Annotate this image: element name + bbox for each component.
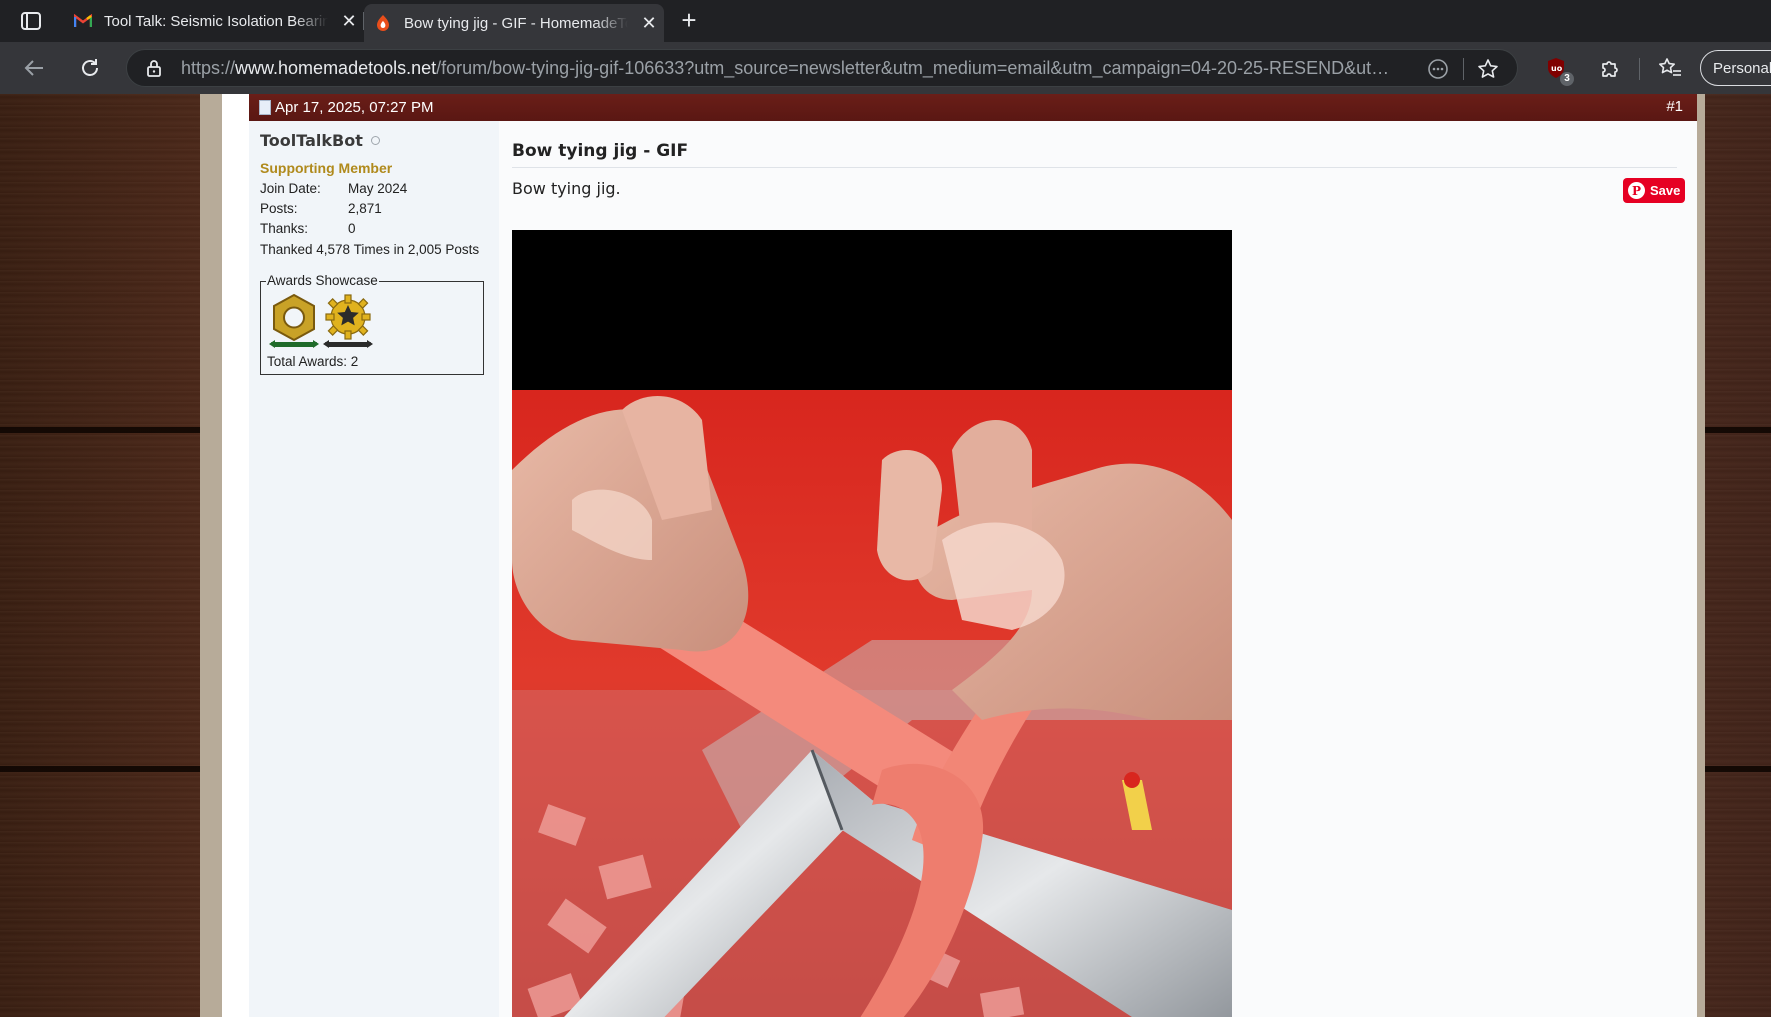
homemadetools-icon: [374, 14, 392, 32]
tab-title: Bow tying jig - GIF - HomemadeTo: [404, 14, 628, 32]
stat-label: Thanks:: [260, 221, 309, 236]
pinterest-icon: P: [1628, 182, 1645, 199]
post-body: Bow tying jig.: [512, 179, 621, 198]
gif-black-band: [512, 230, 1232, 390]
close-tab-icon[interactable]: ✕: [338, 10, 360, 32]
extensions-button[interactable]: [1594, 52, 1626, 84]
stat-label: Join Date:: [260, 181, 321, 196]
lock-icon[interactable]: [145, 59, 163, 77]
stat-label: Posts:: [260, 201, 298, 216]
back-arrow-icon: [24, 60, 43, 76]
profile-label: Personal: [1713, 59, 1771, 77]
reload-button[interactable]: [74, 52, 106, 84]
browser-toolbar: https://www.homemadetools.net/forum/bow-…: [0, 42, 1771, 94]
bookmark-star-icon[interactable]: [1477, 58, 1499, 80]
pinterest-save-label: Save: [1650, 183, 1681, 198]
url-text[interactable]: https://www.homemadetools.net/forum/bow-…: [181, 58, 1391, 79]
extension-badge: 3: [1560, 72, 1574, 86]
username-row: ToolTalkBot: [260, 131, 499, 150]
post-gif-image[interactable]: [512, 230, 1232, 1017]
more-options-icon[interactable]: [1427, 58, 1449, 80]
tab-gmail[interactable]: Tool Talk: Seismic Isolation Bearin ✕: [64, 0, 364, 42]
page-frame: Apr 17, 2025, 07:27 PM #1 ToolTalkBot Su…: [200, 94, 1705, 1017]
username-link[interactable]: ToolTalkBot: [260, 131, 363, 150]
post-date: Apr 17, 2025, 07:27 PM: [259, 99, 433, 116]
post-content: Bow tying jig - GIF Bow tying jig. P Sav…: [499, 121, 1697, 1017]
gmail-icon: [74, 12, 92, 30]
bow-tying-jig-photo: [512, 390, 1232, 1017]
post-title: Bow tying jig - GIF: [512, 141, 1677, 168]
url-host: www.homemadetools.net: [235, 57, 437, 78]
pinterest-save-button[interactable]: P Save: [1623, 178, 1685, 203]
user-info-panel: ToolTalkBot Supporting Member Join Date:…: [249, 121, 499, 1017]
page-viewport[interactable]: Apr 17, 2025, 07:27 PM #1 ToolTalkBot Su…: [0, 94, 1771, 1017]
stat-join-date: Join Date: May 2024: [260, 181, 499, 196]
post-header: Apr 17, 2025, 07:27 PM #1: [249, 94, 1697, 121]
thanked-summary: Thanked 4,578 Times in 2,005 Posts: [260, 242, 480, 257]
url-scheme: https://: [181, 57, 236, 78]
tab-actions-icon: [21, 12, 41, 30]
new-tab-button[interactable]: +: [674, 7, 704, 34]
tab-homemadetools[interactable]: Bow tying jig - GIF - HomemadeTo ✕: [364, 4, 664, 42]
awards-total: Total Awards: 2: [267, 354, 359, 369]
post-permalink[interactable]: #1: [1666, 98, 1683, 115]
award-hex-nut-icon[interactable]: [267, 292, 321, 352]
address-bar[interactable]: https://www.homemadetools.net/forum/bow-…: [126, 49, 1518, 87]
toolbar-divider: [1639, 58, 1640, 80]
page-container: Apr 17, 2025, 07:27 PM #1 ToolTalkBot Su…: [222, 94, 1697, 1017]
stat-thanks: Thanks: 0: [260, 221, 499, 236]
puzzle-icon: [1602, 61, 1618, 77]
stat-value: 2,871: [348, 201, 382, 216]
url-path: /forum/bow-tying-jig-gif-106633?utm_sour…: [436, 57, 1391, 78]
user-rank: Supporting Member: [260, 160, 393, 176]
awards-showcase: Awards Showcase Total Awards: 2: [260, 273, 484, 375]
tab-actions-button[interactable]: [14, 8, 48, 34]
omnibox-divider: [1463, 58, 1464, 80]
stat-value: 0: [348, 221, 356, 236]
tab-title: Tool Talk: Seismic Isolation Bearin: [104, 12, 328, 30]
award-gear-star-icon[interactable]: [321, 292, 375, 352]
awards-legend: Awards Showcase: [266, 273, 379, 288]
offline-status-icon: [370, 136, 380, 145]
ublock-extension-button[interactable]: uo 3: [1540, 52, 1574, 86]
tab-strip: Tool Talk: Seismic Isolation Bearin ✕ Bo…: [0, 0, 1771, 42]
reload-icon: [82, 59, 98, 76]
profile-button[interactable]: Personal: [1700, 50, 1771, 86]
svg-text:uo: uo: [1551, 64, 1563, 73]
stat-posts: Posts: 2,871: [260, 201, 499, 216]
close-tab-icon[interactable]: ✕: [638, 12, 660, 34]
favorites-button[interactable]: [1654, 52, 1686, 84]
post-date-text: Apr 17, 2025, 07:27 PM: [275, 99, 434, 116]
post-document-icon: [259, 100, 271, 115]
back-button[interactable]: [18, 52, 50, 84]
stat-value: May 2024: [348, 181, 408, 196]
favorites-icon: [1659, 58, 1681, 76]
